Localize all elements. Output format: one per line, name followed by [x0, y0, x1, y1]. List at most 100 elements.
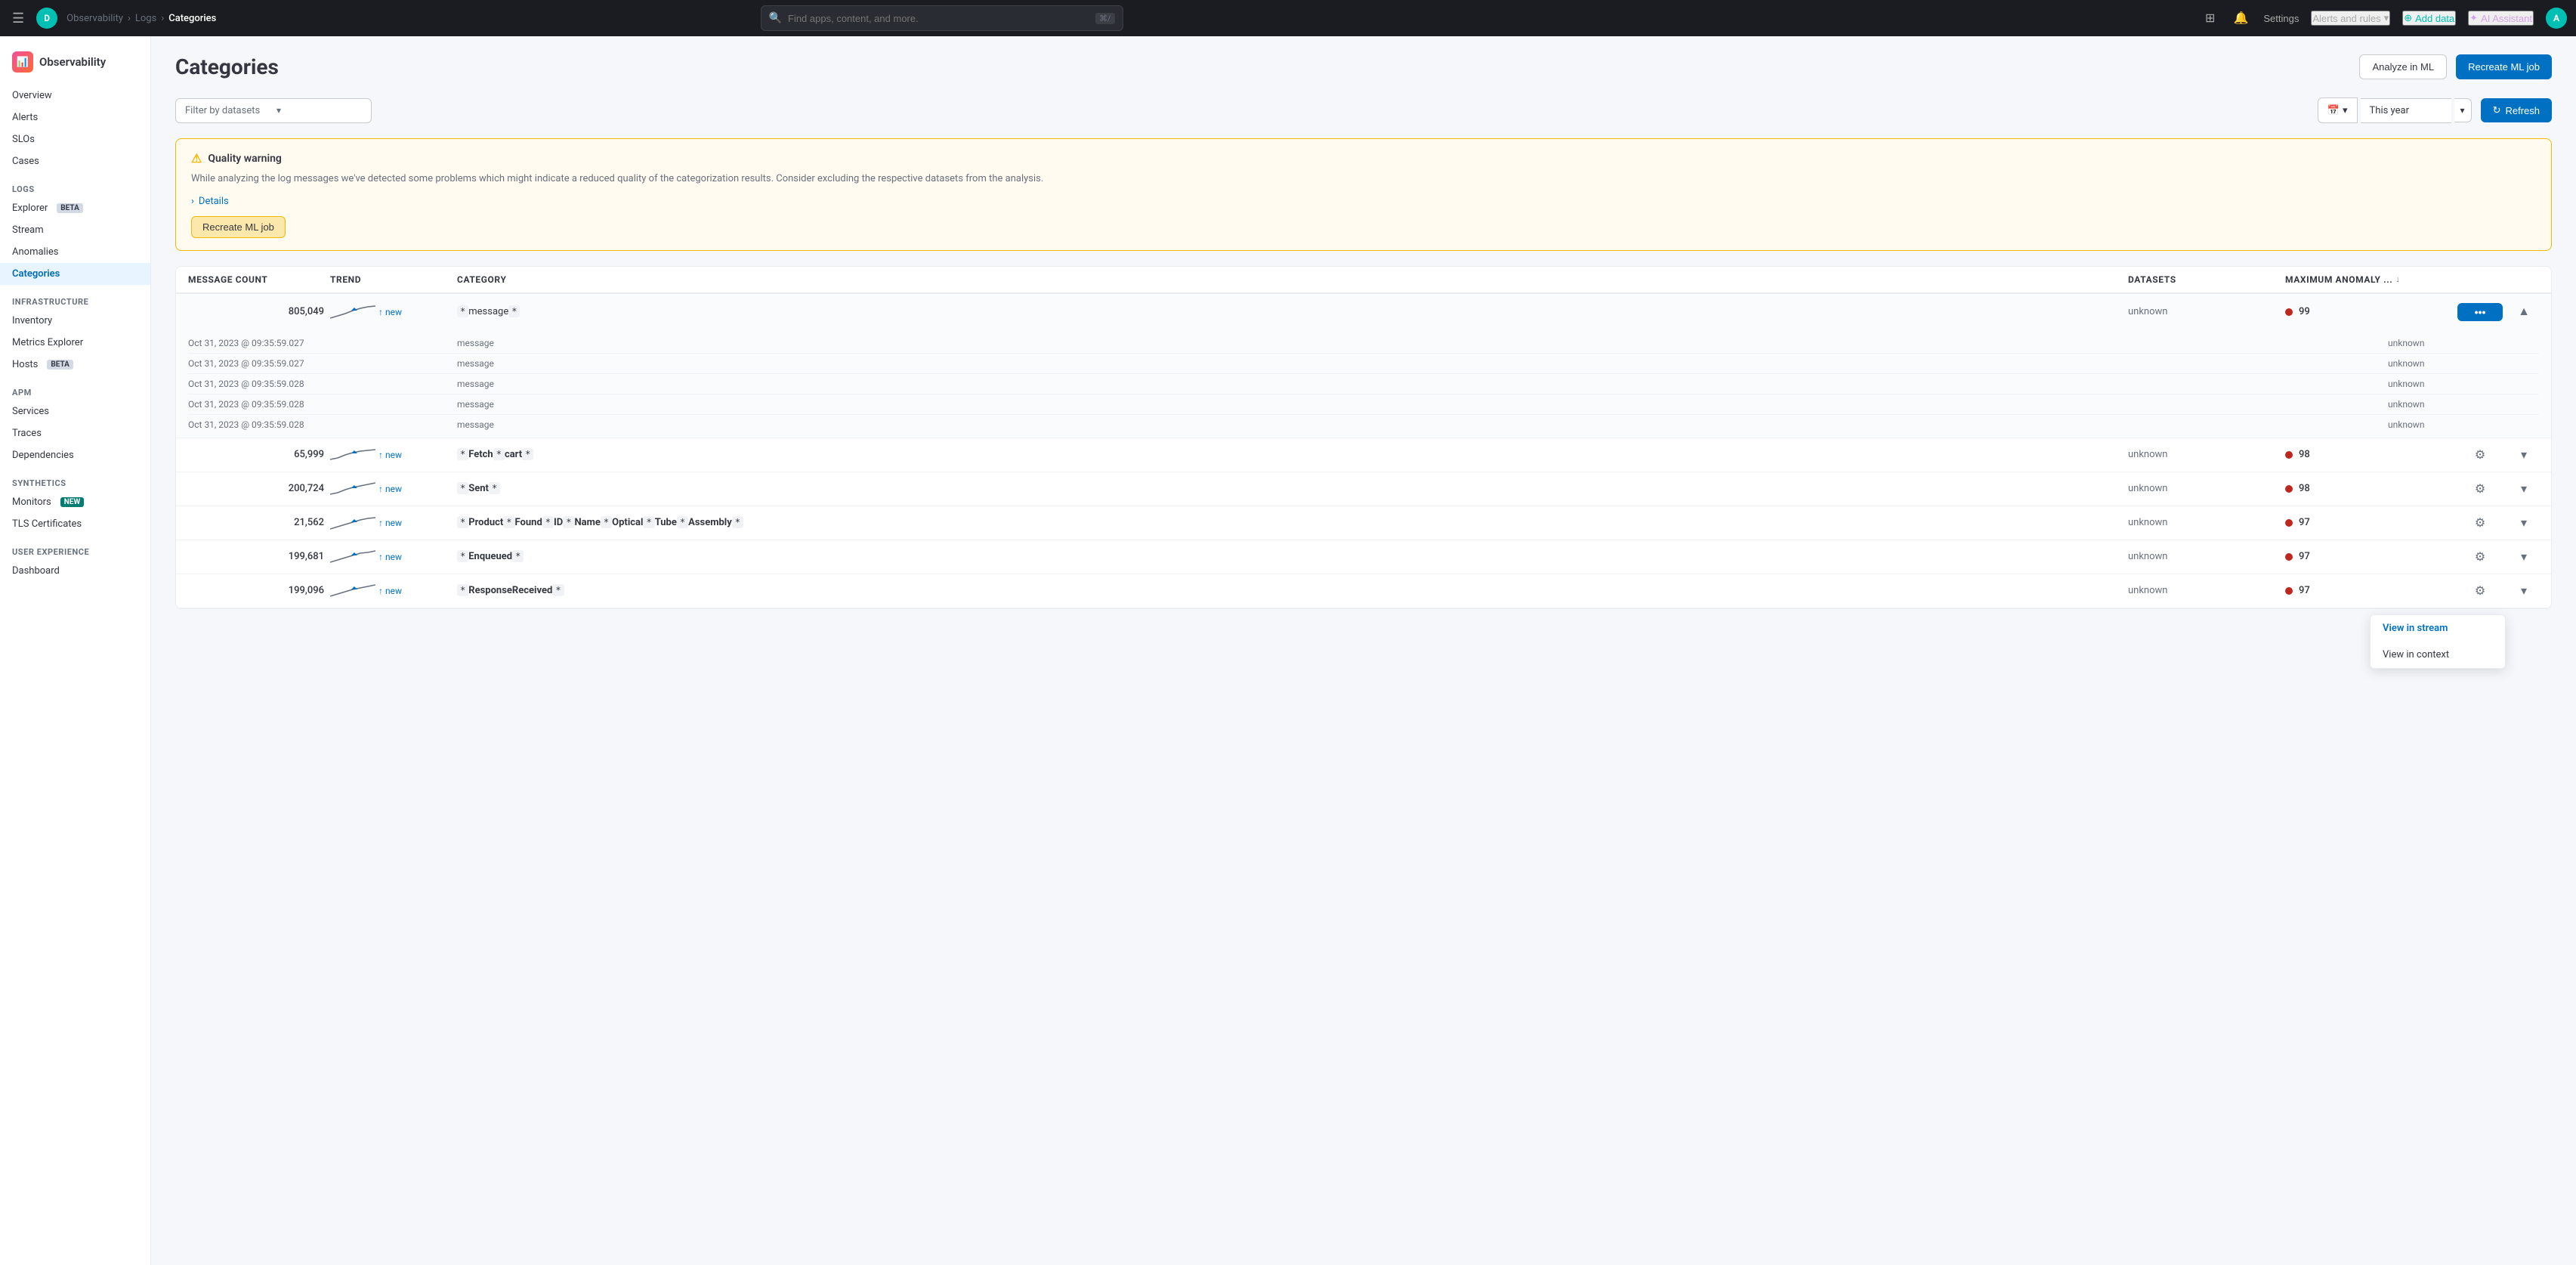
filter-chevron-icon: ▾ [276, 105, 362, 116]
date-chevron-icon[interactable]: ▾ [2454, 98, 2472, 122]
sidebar-section-logs-label: Logs [0, 178, 150, 197]
table-row-main-2[interactable]: 200,724 ↑ new *Sent* unknown 9 [176, 472, 2551, 506]
sub-timestamp: Oct 31, 2023 @ 09:35:59.027 [188, 338, 324, 348]
notifications-icon[interactable]: 🔔 [2230, 8, 2251, 29]
trend-sparkline-0 [330, 305, 375, 320]
sidebar-item-tls-certs[interactable]: TLS Certificates [0, 513, 150, 535]
row-3-count: 21,562 [188, 517, 324, 528]
col-category[interactable]: Category [457, 274, 2122, 285]
table-row-main-5[interactable]: 199,096 ↑ new *ResponseReceived* unknown [176, 574, 2551, 608]
breadcrumb-observability[interactable]: Observability [66, 13, 123, 24]
settings-label: Settings [2263, 13, 2299, 24]
sub-row-0-3: Oct 31, 2023 @ 09:35:59.028 message unkn… [188, 394, 2539, 415]
sub-message: message [457, 338, 2382, 348]
sidebar-item-categories[interactable]: Categories [0, 263, 150, 285]
row-5-category: *ResponseReceived* [457, 585, 2122, 596]
row-5-count: 199,096 [188, 585, 324, 596]
details-toggle[interactable]: › Details [191, 196, 2536, 207]
row-2-category: *Sent* [457, 483, 2122, 494]
sidebar-item-cases[interactable]: Cases [0, 150, 150, 172]
sidebar-section-user-experience: User Experience Dashboard [0, 541, 150, 588]
ai-assistant-button[interactable]: ✦ AI Assistant [2468, 11, 2534, 26]
alerts-and-rules-button[interactable]: Alerts and rules ▾ [2311, 11, 2390, 26]
col-trend-label: Trend [330, 274, 361, 285]
filter-datasets-select[interactable]: Filter by datasets ▾ [175, 98, 372, 123]
sidebar-item-metrics-explorer[interactable]: Metrics Explorer [0, 332, 150, 354]
col-message-count[interactable]: Message count [188, 274, 324, 285]
global-search[interactable]: 🔍 ⌘/ [761, 5, 1123, 31]
table-row-main-3[interactable]: 21,562 ↑ new *Product*Found*ID*Name*Opti… [176, 506, 2551, 540]
anomaly-dot-1 [2285, 451, 2293, 459]
row-0-actions-button[interactable]: ••• [2457, 303, 2503, 321]
recreate-ml-job-warning-button[interactable]: Recreate ML job [191, 216, 286, 238]
row-1-gear-button[interactable]: ⚙ [2457, 447, 2503, 462]
sidebar-item-monitors[interactable]: Monitors NEW [0, 491, 150, 513]
col-datasets[interactable]: Datasets [2128, 274, 2279, 285]
table-row: 200,724 ↑ new *Sent* unknown 9 [176, 472, 2551, 506]
sub-timestamp: Oct 31, 2023 @ 09:35:59.028 [188, 399, 324, 410]
menu-toggle-button[interactable]: ☰ [9, 8, 27, 29]
context-menu-view-in-stream[interactable]: View in stream [2371, 615, 2505, 642]
row-2-expand-button[interactable]: ▾ [2509, 481, 2539, 496]
table-row-main-1[interactable]: 65,999 ↑ new *Fetch*cart* unknown [176, 438, 2551, 472]
col-datasets-label: Datasets [2128, 274, 2176, 285]
row-3-expand-button[interactable]: ▾ [2509, 515, 2539, 530]
refresh-button[interactable]: ↻ Refresh [2481, 98, 2552, 122]
sidebar-item-dashboard[interactable]: Dashboard [0, 560, 150, 582]
row-3-trend: ↑ new [330, 515, 451, 530]
sidebar-item-services[interactable]: Services [0, 401, 150, 422]
monitors-new-badge: NEW [60, 497, 84, 507]
sidebar-title: Observability [39, 55, 106, 69]
row-5-expand-button[interactable]: ▾ [2509, 583, 2539, 598]
sidebar-item-anomalies[interactable]: Anomalies [0, 241, 150, 263]
row-0-anomaly: 99 [2285, 306, 2451, 317]
sidebar-item-dependencies[interactable]: Dependencies [0, 444, 150, 466]
recreate-ml-job-header-button[interactable]: Recreate ML job [2456, 54, 2552, 79]
anomaly-dot-4 [2285, 553, 2293, 561]
sub-datasets: unknown [2388, 379, 2539, 389]
breadcrumb-logs[interactable]: Logs [135, 13, 156, 24]
sidebar-item-stream[interactable]: Stream [0, 219, 150, 241]
sub-datasets: unknown [2388, 399, 2539, 410]
anomaly-score-1: 98 [2299, 449, 2310, 460]
sidebar-section-synthetics: Synthetics Monitors NEW TLS Certificates [0, 472, 150, 541]
date-calendar-button[interactable]: 📅 ▾ [2318, 97, 2358, 123]
trend-sparkline-1 [330, 447, 375, 462]
sidebar-item-inventory[interactable]: Inventory [0, 310, 150, 332]
sidebar-item-slos[interactable]: SLOs [0, 128, 150, 150]
sub-timestamp: Oct 31, 2023 @ 09:35:59.027 [188, 358, 324, 369]
table-row-main-0[interactable]: 805,049 ↑ new *message* unknown [176, 294, 2551, 330]
row-4-gear-button[interactable]: ⚙ [2457, 549, 2503, 564]
anomaly-score-5: 97 [2299, 585, 2310, 596]
row-2-gear-button[interactable]: ⚙ [2457, 481, 2503, 496]
table-row-main-4[interactable]: 199,681 ↑ new *Enqueued* unknown [176, 540, 2551, 574]
col-anomaly[interactable]: Maximum anomaly ... ↓ [2285, 274, 2451, 285]
breadcrumb: Observability › Logs › Categories [66, 13, 216, 24]
context-menu-view-in-context[interactable]: View in context [2371, 642, 2505, 668]
search-input[interactable] [788, 13, 1089, 24]
sub-row-0-2: Oct 31, 2023 @ 09:35:59.028 message unkn… [188, 374, 2539, 394]
sidebar-item-alerts[interactable]: Alerts [0, 107, 150, 128]
row-2-datasets: unknown [2128, 483, 2279, 494]
sidebar-item-overview[interactable]: Overview [0, 85, 150, 107]
analyze-ml-button[interactable]: Analyze in ML [2359, 54, 2447, 79]
row-4-expand-button[interactable]: ▾ [2509, 549, 2539, 564]
row-3-gear-button[interactable]: ⚙ [2457, 515, 2503, 530]
row-1-expand-button[interactable]: ▾ [2509, 447, 2539, 462]
marketplace-icon[interactable]: ⊞ [2202, 8, 2218, 29]
sidebar-item-explorer[interactable]: Explorer BETA [0, 197, 150, 219]
sidebar-item-hosts[interactable]: Hosts BETA [0, 354, 150, 376]
row-0-expanded-content: Oct 31, 2023 @ 09:35:59.027 message unkn… [176, 330, 2551, 438]
sidebar-item-traces[interactable]: Traces [0, 422, 150, 444]
row-0-expand-button[interactable]: ▲ [2509, 305, 2539, 319]
col-trend[interactable]: Trend [330, 274, 451, 285]
user-avatar[interactable]: A [2546, 8, 2567, 29]
page-title: Categories [175, 54, 279, 79]
refresh-label: Refresh [2505, 105, 2540, 116]
row-5-gear-button[interactable]: ⚙ [2457, 583, 2503, 598]
observability-icon: 📊 [12, 51, 33, 73]
row-0-trend: ↑ new [330, 305, 451, 320]
add-data-button[interactable]: ⊕ Add data [2402, 11, 2456, 26]
settings-button[interactable]: Settings [2263, 13, 2299, 24]
row-4-datasets: unknown [2128, 551, 2279, 562]
